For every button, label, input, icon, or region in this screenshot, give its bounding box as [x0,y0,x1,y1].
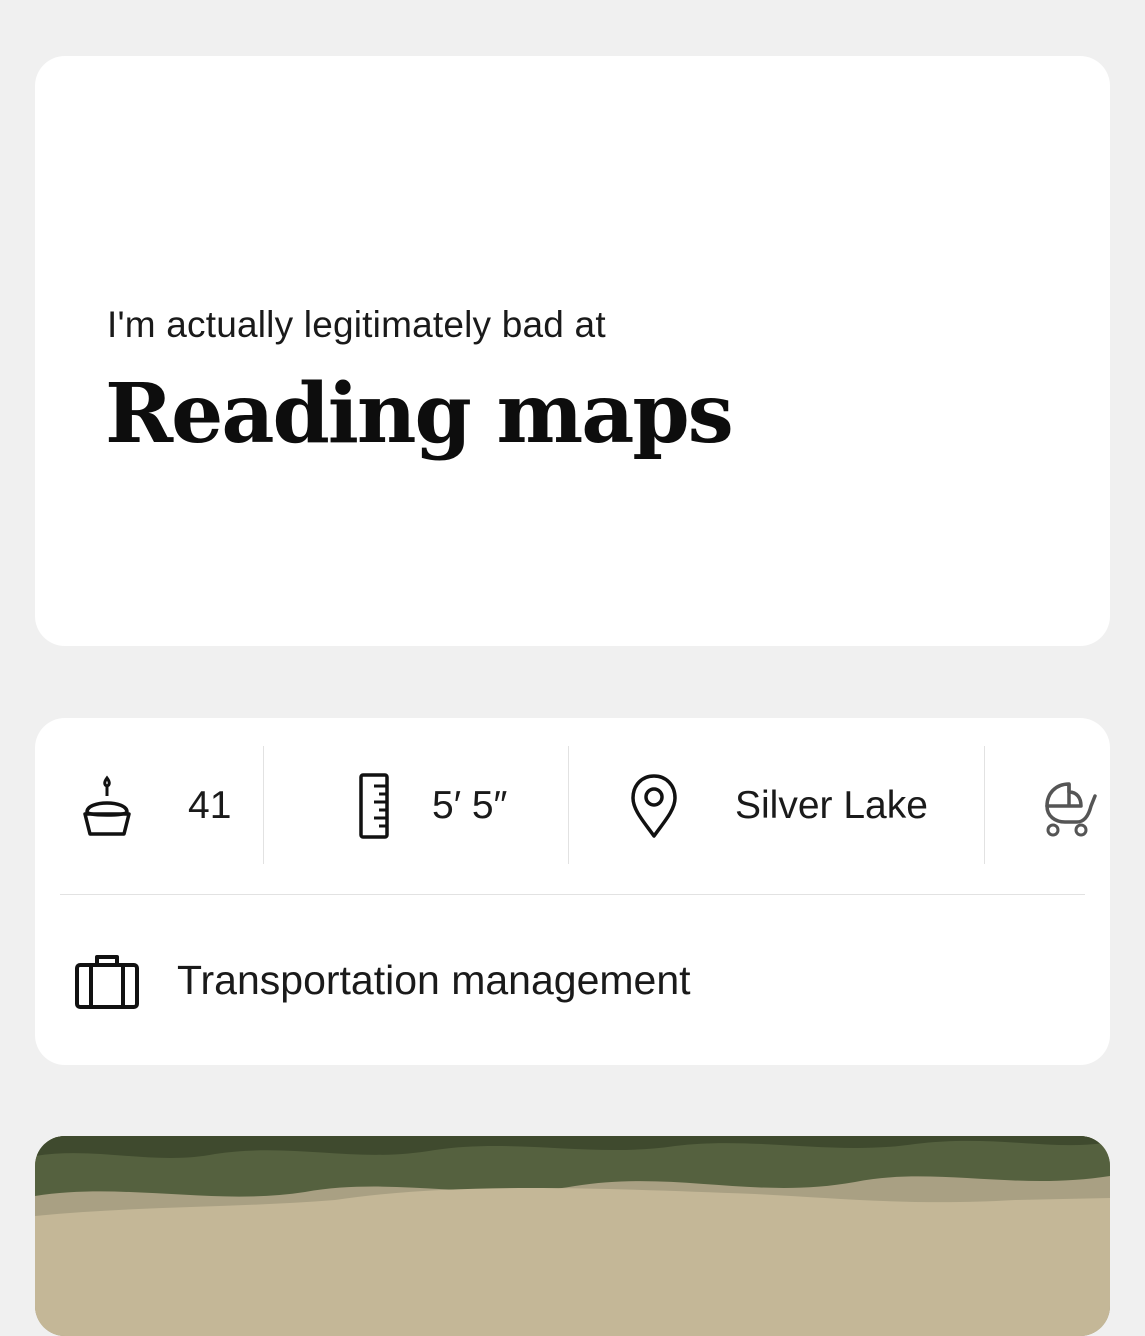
stroller-icon [1045,782,1097,837]
job-title: Transportation management [177,957,691,1003]
vital-location: Silver Lake [569,718,984,894]
briefcase-icon [75,955,139,1009]
prompt-answer: Reading maps [105,366,734,462]
photo-image [35,1136,1110,1336]
vital-height-value: 5′ 5″ [432,784,508,827]
vital-children [985,718,1110,894]
prompt-card[interactable]: I'm actually legitimately bad at Reading… [35,56,1110,646]
prompt-question: I'm actually legitimately bad at [107,304,606,345]
location-pin-icon [631,774,677,838]
profile-vitals-card: 41 5′ 5″ Silver Lake Transportation mana… [35,718,1110,1065]
vitals-row[interactable]: 41 5′ 5″ Silver Lake [35,718,1110,894]
profile-photo[interactable] [35,1136,1110,1336]
ruler-icon [359,773,389,839]
vital-age-value: 41 [188,784,232,827]
vital-height: 5′ 5″ [264,718,568,894]
birthday-cake-icon [83,775,131,836]
vital-age: 41 [35,718,263,894]
job-row: Transportation management [35,895,1110,1065]
vital-location-value: Silver Lake [735,784,928,827]
